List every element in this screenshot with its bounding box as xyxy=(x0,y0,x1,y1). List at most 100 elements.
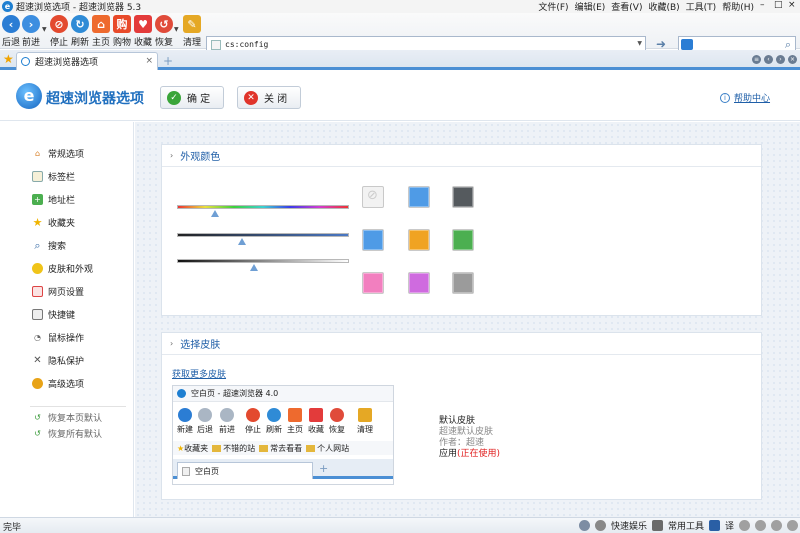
tab-close-all-icon[interactable]: × xyxy=(788,55,797,64)
minimize-icon[interactable]: – xyxy=(760,0,768,13)
translate[interactable]: 译 xyxy=(725,519,734,532)
close-x-icon: ✕ xyxy=(244,90,258,105)
hue-slider-thumb[interactable] xyxy=(210,210,219,217)
sidebar-item-privacy[interactable]: ✕ 隐私保护 xyxy=(32,354,84,367)
swatch-dark-gray[interactable] xyxy=(452,186,474,208)
preview-titlebar: 空白页 - 超速浏览器 4.0 xyxy=(173,386,393,402)
chevron-right-icon: › xyxy=(170,339,174,348)
reset-arrow-icon: ↺ xyxy=(34,413,41,422)
preview-back-button: 后退 xyxy=(195,408,215,435)
sidebar-item-search[interactable]: ⌕ 搜索 xyxy=(32,238,66,253)
tab-browser-options[interactable]: 超速浏览器选项 × xyxy=(16,52,158,70)
preview-new-tab-icon: + xyxy=(319,462,329,475)
more-skins-link[interactable]: 获取更多皮肤 xyxy=(172,367,226,380)
swatch-none[interactable] xyxy=(362,186,384,208)
broom-icon xyxy=(358,408,372,422)
swatch-pink[interactable] xyxy=(362,272,384,294)
menu-tools[interactable]: 工具(T) xyxy=(686,0,717,13)
sidebar-item-webpage[interactable]: 网页设置 xyxy=(32,285,84,298)
reset-page-defaults[interactable]: ↺ 恢复本页默认 xyxy=(32,411,102,424)
forward-dropdown-icon[interactable]: ▼ xyxy=(42,26,47,33)
appearance-panel-header[interactable]: › 外观颜色 xyxy=(162,145,761,167)
back-arrow-icon: ‹ xyxy=(2,15,20,33)
close-window-icon[interactable]: × xyxy=(788,0,796,13)
saturation-slider[interactable] xyxy=(177,233,349,237)
translate-icon[interactable] xyxy=(708,520,720,531)
sidebar-item-tabbar[interactable]: 标签栏 xyxy=(32,170,75,183)
skin-info: 默认皮肤 超速默认皮肤 作者：超速 应用(正在使用) xyxy=(439,416,500,460)
appearance-panel: › 外观颜色 xyxy=(161,144,762,316)
restore-dropdown-icon[interactable]: ▼ xyxy=(174,26,179,33)
options-sidebar: ⌂ 常规选项 标签栏 + 地址栏 ★ 收藏夹 ⌕ 搜索 皮肤和外观 网页设置 快… xyxy=(0,122,134,517)
sidebar-item-mouse[interactable]: ◔ 鼠标操作 xyxy=(32,331,84,344)
help-icon: i xyxy=(720,92,730,103)
swatch-orange[interactable] xyxy=(408,229,430,251)
close-button[interactable]: ✕ 关 闭 xyxy=(237,86,301,109)
quick-entertainment[interactable]: 快速娱乐 xyxy=(611,519,647,532)
new-tab-icon[interactable]: + xyxy=(163,54,173,68)
screenshot-icon[interactable] xyxy=(755,520,766,531)
download-icon[interactable] xyxy=(739,520,750,531)
page-icon xyxy=(211,39,221,50)
sidebar-item-general[interactable]: ⌂ 常规选项 xyxy=(32,147,84,160)
tab-prev-icon[interactable]: ‹ xyxy=(764,55,773,64)
gear-icon xyxy=(32,378,43,389)
lightness-slider[interactable] xyxy=(177,259,349,263)
folder-icon xyxy=(259,444,269,452)
sidebar-item-skin[interactable]: 皮肤和外观 xyxy=(32,262,93,275)
heart-icon: ♥ xyxy=(134,15,152,33)
tab-next-icon[interactable]: › xyxy=(776,55,785,64)
swatch-light-blue[interactable] xyxy=(362,229,384,251)
clean-button[interactable]: ✎ 清理 xyxy=(181,15,203,48)
swatch-purple[interactable] xyxy=(408,272,430,294)
hue-slider[interactable] xyxy=(177,205,349,209)
swatch-gray[interactable] xyxy=(452,272,474,294)
skin-preview[interactable]: 空白页 - 超速浏览器 4.0 新建 后退 前进 停止 刷新 主页 收藏 恢复 … xyxy=(172,385,394,485)
restore-button[interactable]: ↺ 恢复 xyxy=(153,15,175,48)
back-arrow-icon xyxy=(198,408,212,422)
webpage-icon xyxy=(32,286,43,297)
swatch-blue[interactable] xyxy=(408,186,430,208)
preview-fav-2: 常去看看 xyxy=(259,443,302,454)
search-engine-icon[interactable] xyxy=(681,39,693,50)
lightness-slider-thumb[interactable] xyxy=(250,264,259,271)
forward-button[interactable]: › 前进 xyxy=(20,15,42,48)
maximize-icon[interactable]: □ xyxy=(774,0,783,13)
sidebar-item-favorites[interactable]: ★ 收藏夹 xyxy=(32,216,75,229)
ie-mode-icon[interactable] xyxy=(578,520,590,531)
address-dropdown-icon[interactable]: ▼ xyxy=(637,40,642,47)
tab-close-icon[interactable]: × xyxy=(145,56,153,66)
help-center-link[interactable]: i 帮助中心 xyxy=(720,91,770,104)
saturation-slider-thumb[interactable] xyxy=(238,238,247,245)
reset-all-defaults[interactable]: ↺ 恢复所有默认 xyxy=(32,427,102,440)
skin-apply-row[interactable]: 应用(正在使用) xyxy=(439,449,500,460)
menu-favorites[interactable]: 收藏(B) xyxy=(648,0,679,13)
sidebar-item-addressbar[interactable]: + 地址栏 xyxy=(32,193,75,206)
status-text: 完毕 xyxy=(3,523,22,533)
main-toolbar: ‹ 后退 › 前进 ▼ ⊘ 停止 ↻ 刷新 ⌂ 主页 购 购物 ♥ 收藏 ↺ 恢… xyxy=(0,13,800,53)
shopping-icon: 购 xyxy=(113,15,131,33)
menu-help[interactable]: 帮助(H) xyxy=(722,0,754,13)
entertainment-icon[interactable] xyxy=(594,520,606,531)
favorite-star-icon[interactable]: ★ xyxy=(3,52,14,66)
ok-button[interactable]: ✓ 确 定 xyxy=(160,86,224,109)
sound-icon[interactable] xyxy=(771,520,782,531)
address-value[interactable]: cs:config xyxy=(225,40,268,49)
menu-edit[interactable]: 编辑(E) xyxy=(575,0,606,13)
skin-apply-link[interactable]: 应用 xyxy=(439,449,457,459)
tab-list-icon[interactable]: ≡ xyxy=(752,55,761,64)
tools-icon[interactable] xyxy=(651,520,663,531)
common-tools[interactable]: 常用工具 xyxy=(668,519,704,532)
skin-panel-header[interactable]: › 选择皮肤 xyxy=(162,333,761,355)
mouse-icon: ◔ xyxy=(34,333,41,342)
refresh-icon xyxy=(267,408,281,422)
magnifier-icon: ⌕ xyxy=(34,238,41,252)
menu-view[interactable]: 查看(V) xyxy=(611,0,642,13)
forward-arrow-icon: › xyxy=(22,15,40,33)
swatch-green[interactable] xyxy=(452,229,474,251)
sidebar-item-shortcuts[interactable]: 快捷键 xyxy=(32,308,75,321)
preview-tabstrip: 空白页 + xyxy=(173,459,393,479)
menu-file[interactable]: 文件(F) xyxy=(538,0,568,13)
sidebar-item-advanced[interactable]: 高级选项 xyxy=(32,377,84,390)
zoom-icon[interactable] xyxy=(787,520,798,531)
